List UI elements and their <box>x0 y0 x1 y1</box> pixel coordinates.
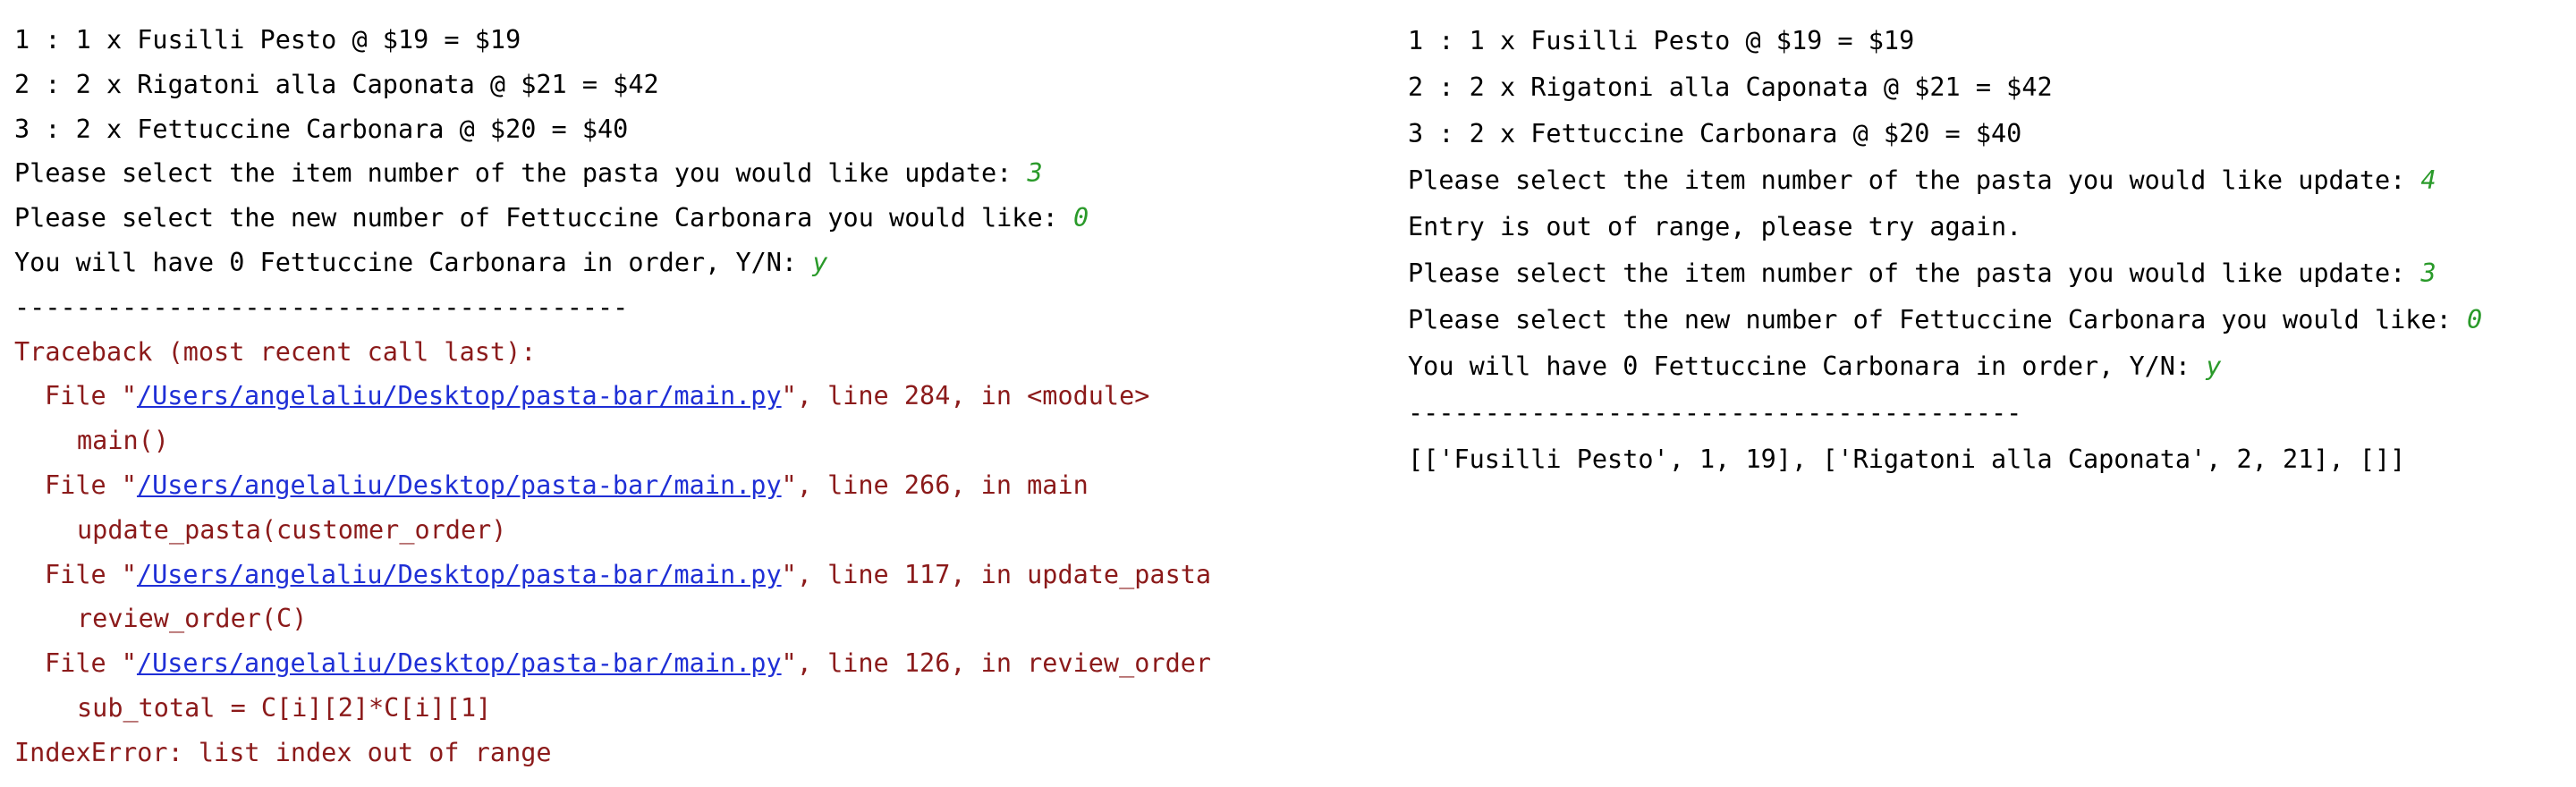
user-input-confirm: y <box>2206 351 2222 381</box>
frame-suffix: ", line 266, in main <box>781 470 1089 500</box>
prompt-qty-line: Please select the new number of Fettucci… <box>1408 297 2562 343</box>
frame-suffix: ", line 117, in update_pasta <box>781 559 1212 589</box>
prompt-item-line-2: Please select the item number of the pas… <box>1408 250 2562 297</box>
order-result: [['Fusilli Pesto', 1, 19], ['Rigatoni al… <box>1408 444 2406 474</box>
menu-line-2: 2 : 2 x Rigatoni alla Caponata @ $21 = $… <box>14 69 659 99</box>
menu-line-2: 2 : 2 x Rigatoni alla Caponata @ $21 = $… <box>1408 72 2053 102</box>
frame-prefix: File " <box>45 648 137 679</box>
traceback-frame-4: File "/Users/angelaliu/Desktop/pasta-bar… <box>14 641 1374 686</box>
prompt-confirm-line: You will have 0 Fettuccine Carbonara in … <box>1408 343 2562 390</box>
file-path-link[interactable]: /Users/angelaliu/Desktop/pasta-bar/main.… <box>137 470 782 500</box>
user-input-qty: 0 <box>2466 305 2483 334</box>
frame-prefix: File " <box>45 559 137 589</box>
file-path-link[interactable]: /Users/angelaliu/Desktop/pasta-bar/main.… <box>137 648 782 678</box>
user-input-item: 3 <box>1027 158 1043 189</box>
menu-line-3: 3 : 2 x Fettuccine Carbonara @ $20 = $40 <box>1408 119 2022 148</box>
traceback-code-4: sub_total = C[i][2]*C[i][1] <box>77 692 492 723</box>
traceback-frame-1: File "/Users/angelaliu/Desktop/pasta-bar… <box>14 374 1374 419</box>
file-path-link[interactable]: /Users/angelaliu/Desktop/pasta-bar/main.… <box>137 381 782 410</box>
prompt-item-line: Please select the item number of the pas… <box>14 151 1374 196</box>
traceback-code-3: review_order(C) <box>77 604 308 634</box>
menu-line-1: 1 : 1 x Fusilli Pesto @ $19 = $19 <box>1408 26 1915 55</box>
out-of-range-message: Entry is out of range, please try again. <box>1408 212 2022 241</box>
prompt-confirm-text: You will have 0 Fettuccine Carbonara in … <box>14 247 813 277</box>
file-path-link[interactable]: /Users/angelaliu/Desktop/pasta-bar/main.… <box>137 560 782 589</box>
prompt-qty-text: Please select the new number of Fettucci… <box>1408 305 2467 334</box>
error-message: IndexError: list index out of range <box>14 737 552 767</box>
prompt-item-text: Please select the item number of the pas… <box>1408 165 2421 195</box>
user-input-qty: 0 <box>1072 203 1089 233</box>
prompt-item-line-1: Please select the item number of the pas… <box>1408 157 2562 204</box>
traceback-code-2: update_pasta(customer_order) <box>77 514 507 545</box>
user-input-confirm: y <box>812 247 828 277</box>
menu-line-1: 1 : 1 x Fusilli Pesto @ $19 = $19 <box>14 25 521 55</box>
frame-prefix: File " <box>45 470 137 500</box>
traceback-header: Traceback (most recent call last): <box>14 336 537 367</box>
prompt-item-text: Please select the item number of the pas… <box>1408 258 2421 288</box>
frame-suffix: ", line 126, in review_order <box>781 648 1212 679</box>
prompt-confirm-line: You will have 0 Fettuccine Carbonara in … <box>14 241 1374 285</box>
frame-suffix: ", line 284, in <module> <box>781 381 1150 411</box>
prompt-qty-line: Please select the new number of Fettucci… <box>14 196 1374 241</box>
separator: ---------------------------------------- <box>14 292 629 322</box>
console-output: 1 : 1 x Fusilli Pesto @ $19 = $19 2 : 2 … <box>0 0 2576 787</box>
traceback-code-1: main() <box>77 426 169 456</box>
frame-prefix: File " <box>45 381 137 411</box>
traceback-frame-3: File "/Users/angelaliu/Desktop/pasta-bar… <box>14 553 1374 597</box>
traceback-frame-2: File "/Users/angelaliu/Desktop/pasta-bar… <box>14 463 1374 508</box>
user-input-item: 4 <box>2420 165 2436 195</box>
console-panel-right: 1 : 1 x Fusilli Pesto @ $19 = $19 2 : 2 … <box>1408 18 2562 483</box>
prompt-qty-text: Please select the new number of Fettucci… <box>14 203 1073 233</box>
prompt-confirm-text: You will have 0 Fettuccine Carbonara in … <box>1408 351 2207 381</box>
menu-line-3: 3 : 2 x Fettuccine Carbonara @ $20 = $40 <box>14 114 629 144</box>
separator: ---------------------------------------- <box>1408 398 2022 427</box>
prompt-item-text: Please select the item number of the pas… <box>14 158 1028 189</box>
console-panel-left: 1 : 1 x Fusilli Pesto @ $19 = $19 2 : 2 … <box>14 18 1374 775</box>
user-input-item: 3 <box>2420 258 2436 288</box>
